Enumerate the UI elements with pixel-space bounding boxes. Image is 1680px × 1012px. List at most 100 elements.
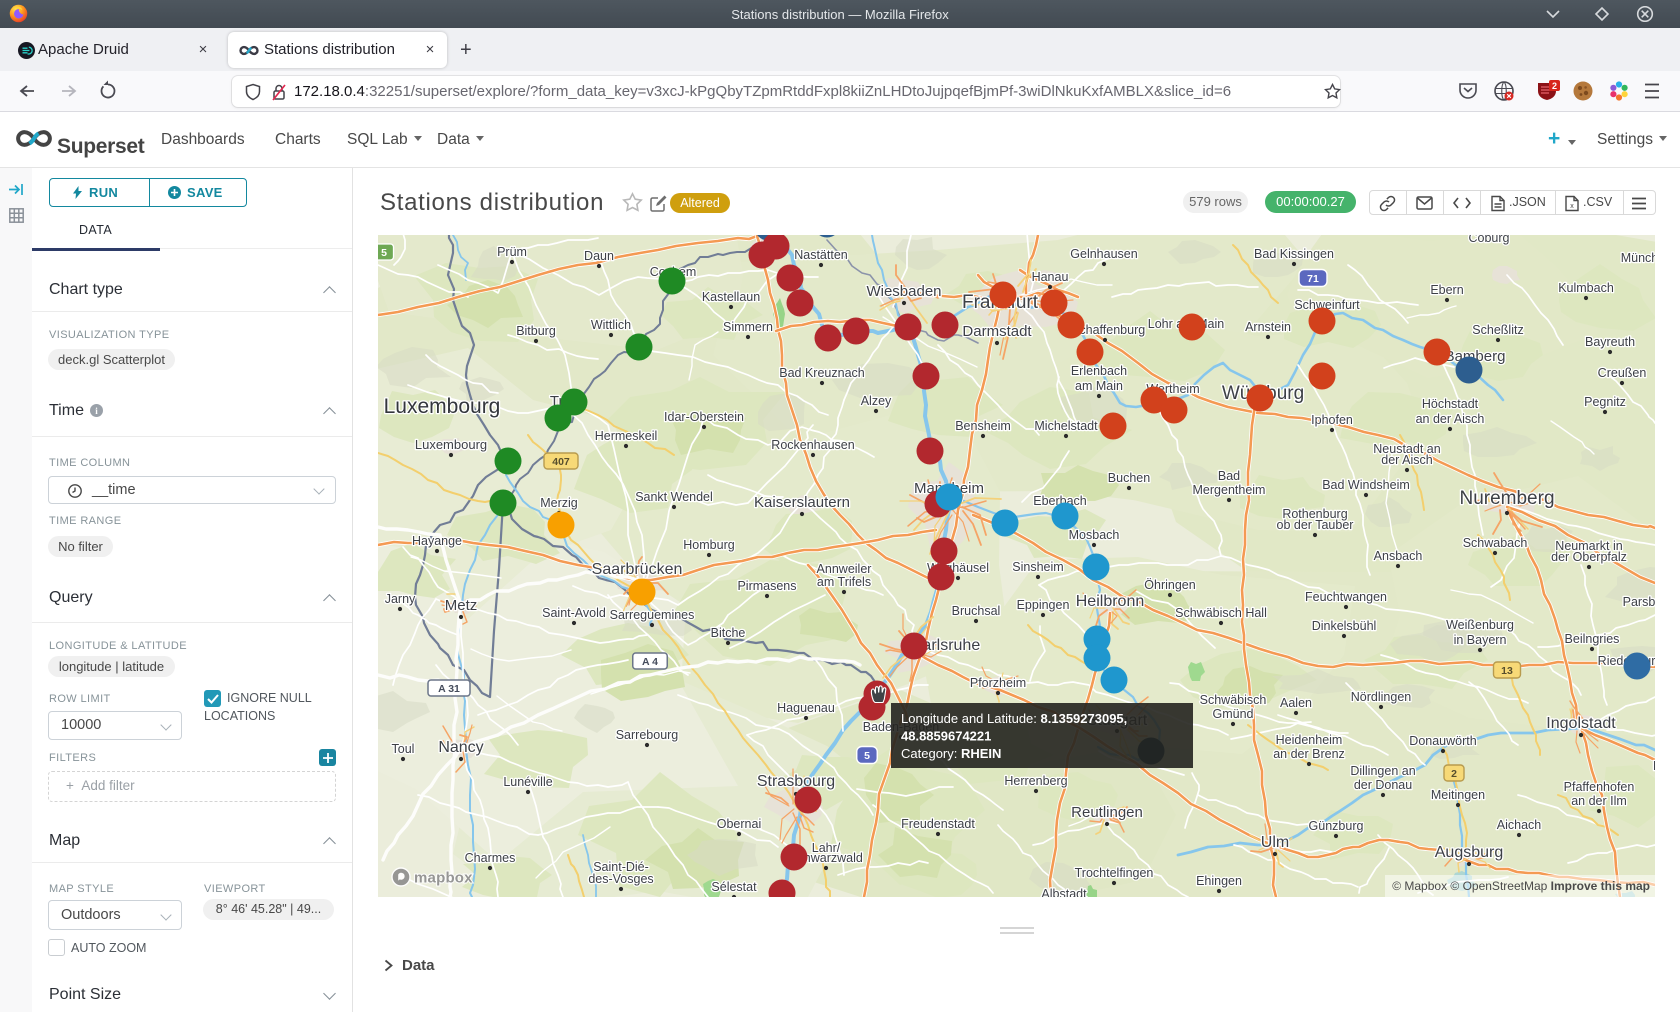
svg-text:Reutlingen: Reutlingen [1071,804,1143,821]
svg-text:Michelstadt: Michelstadt [1034,419,1098,433]
svg-text:Bad Kreuznach: Bad Kreuznach [779,366,865,380]
svg-text:Höchstadt: Höchstadt [1422,397,1479,411]
svg-text:mapbox: mapbox [414,870,473,887]
svg-text:Kaiserslautern: Kaiserslautern [754,494,850,511]
svg-text:Lunéville: Lunéville [503,775,552,789]
svg-text:Ehingen: Ehingen [1196,874,1242,888]
svg-text:Beilngries: Beilngries [1565,632,1620,646]
svg-text:Öhringen: Öhringen [1144,578,1195,592]
svg-text:Sarreguemines: Sarreguemines [610,608,695,622]
svg-text:Saint-Avold: Saint-Avold [542,606,606,620]
svg-text:Eppingen: Eppingen [1017,598,1070,612]
svg-text:Aalen: Aalen [1280,696,1312,710]
svg-text:Bad Windsheim: Bad Windsheim [1322,478,1410,492]
svg-text:Sinsheim: Sinsheim [1012,560,1063,574]
svg-text:Trochtelfingen: Trochtelfingen [1075,866,1154,880]
svg-text:Bad: Bad [1218,469,1240,483]
svg-text:Feuchtwangen: Feuchtwangen [1305,590,1387,604]
svg-text:Schwäbisch Hall: Schwäbisch Hall [1175,606,1267,620]
svg-text:Daun: Daun [584,249,614,263]
svg-text:Schwabach: Schwabach [1463,536,1528,550]
svg-text:Kulmbach: Kulmbach [1558,281,1614,295]
svg-text:x: x [1570,203,1574,210]
svg-text:Pfaffenhofen: Pfaffenhofen [1564,780,1635,794]
svg-text:Herrenberg: Herrenberg [1004,774,1067,788]
svg-text:der Aisch: der Aisch [1381,453,1432,467]
svg-text:Albstadt: Albstadt [1041,887,1087,897]
svg-text:am Main: am Main [1075,379,1123,393]
svg-text:Charmes: Charmes [465,851,516,865]
svg-text:Augsburg: Augsburg [1435,844,1504,861]
svg-text:Scheßlitz: Scheßlitz [1472,323,1523,337]
svg-text:Wittlich: Wittlich [591,318,631,332]
svg-text:5: 5 [381,247,387,259]
svg-text:Bruchsal: Bruchsal [952,604,1001,618]
svg-text:Hermeskeil: Hermeskeil [595,429,658,443]
svg-text:407: 407 [552,456,570,468]
svg-text:Parsberg: Parsberg [1623,595,1655,609]
svg-text:5: 5 [864,750,870,762]
svg-text:© Mapbox © OpenStreetMap Impro: © Mapbox © OpenStreetMap Improve this ma… [1392,879,1650,893]
svg-text:Sarrebourg: Sarrebourg [616,728,679,742]
svg-text:Iphofen: Iphofen [1311,413,1353,427]
svg-text:Haguenau: Haguenau [777,701,835,715]
svg-text:Nastätten: Nastätten [794,248,848,262]
svg-text:Saarbrücken: Saarbrücken [592,561,683,578]
svg-text:Coburg: Coburg [1469,235,1510,245]
svg-text:Kastellaun: Kastellaun [702,290,760,304]
svg-text:am Trifels: am Trifels [817,575,871,589]
svg-text:Obernai: Obernai [717,817,761,831]
svg-text:Simmern: Simmern [723,320,773,334]
svg-text:Wiesbaden: Wiesbaden [866,283,941,300]
svg-text:Creußen: Creußen [1598,366,1647,380]
svg-text:Ingolstadt: Ingolstadt [1546,715,1616,732]
svg-text:13: 13 [1501,665,1513,677]
svg-text:Hayange: Hayange [412,534,462,548]
svg-text:Weißenburg: Weißenburg [1446,618,1514,632]
svg-text:Buchen: Buchen [1108,471,1150,485]
svg-text:Pforzheim: Pforzheim [970,676,1026,690]
svg-text:Erlenbach: Erlenbach [1071,364,1127,378]
svg-text:Freudenstadt: Freudenstadt [901,817,975,831]
svg-text:des-Vosges: des-Vosges [588,872,653,886]
svg-text:Pirmasens: Pirmasens [737,579,796,593]
svg-text:Bad Kissingen: Bad Kissingen [1254,247,1334,261]
svg-text:Mainburg: Mainburg [1653,759,1655,773]
svg-text:Nördlingen: Nördlingen [1351,690,1412,704]
svg-text:Meitingen: Meitingen [1431,788,1485,802]
svg-text:der Oberpfalz: der Oberpfalz [1551,550,1627,564]
svg-text:Sélestat: Sélestat [711,880,757,894]
svg-text:Rockenhausen: Rockenhausen [771,438,854,452]
svg-text:an der Ilm: an der Ilm [1571,794,1627,808]
svg-text:Toul: Toul [392,742,415,756]
svg-text:Longitude and Latitude: 8.1359: Longitude and Latitude: 8.1359273095, [901,711,1127,726]
svg-text:Metz: Metz [445,597,478,614]
svg-text:Dinkelsbühl: Dinkelsbühl [1312,619,1377,633]
svg-text:Homburg: Homburg [683,538,734,552]
svg-text:Donauwörth: Donauwörth [1409,734,1476,748]
svg-text:Luxembourg: Luxembourg [384,395,501,418]
svg-text:der Donau: der Donau [1354,778,1412,792]
svg-text:Bensheim: Bensheim [955,419,1011,433]
svg-text:Bayreuth: Bayreuth [1585,335,1635,349]
svg-text:ob der Tauber: ob der Tauber [1277,518,1354,532]
svg-text:48.8859674221: 48.8859674221 [901,729,991,744]
svg-text:Idar-Oberstein: Idar-Oberstein [664,410,744,424]
svg-text:Ulm: Ulm [1261,834,1289,851]
svg-text:Category: RHEIN: Category: RHEIN [901,746,1001,761]
svg-text:Bitche: Bitche [711,626,746,640]
svg-text:Mergentheim: Mergentheim [1193,483,1266,497]
svg-text:an der Brenz: an der Brenz [1273,747,1345,761]
svg-text:Mosbach: Mosbach [1069,528,1120,542]
svg-text:Dillingen an: Dillingen an [1350,764,1415,778]
svg-text:Ebern: Ebern [1430,283,1463,297]
svg-text:Strasbourg: Strasbourg [757,773,835,790]
svg-text:Münchberg: Münchberg [1621,251,1655,265]
svg-text:Pegnitz: Pegnitz [1584,395,1626,409]
svg-text:Nancy: Nancy [438,739,483,756]
svg-text:71: 71 [1307,273,1319,285]
svg-text:Merzig: Merzig [540,496,578,510]
svg-text:Gmünd: Gmünd [1213,707,1254,721]
svg-text:A 4: A 4 [642,656,658,668]
svg-text:Prüm: Prüm [497,245,527,259]
